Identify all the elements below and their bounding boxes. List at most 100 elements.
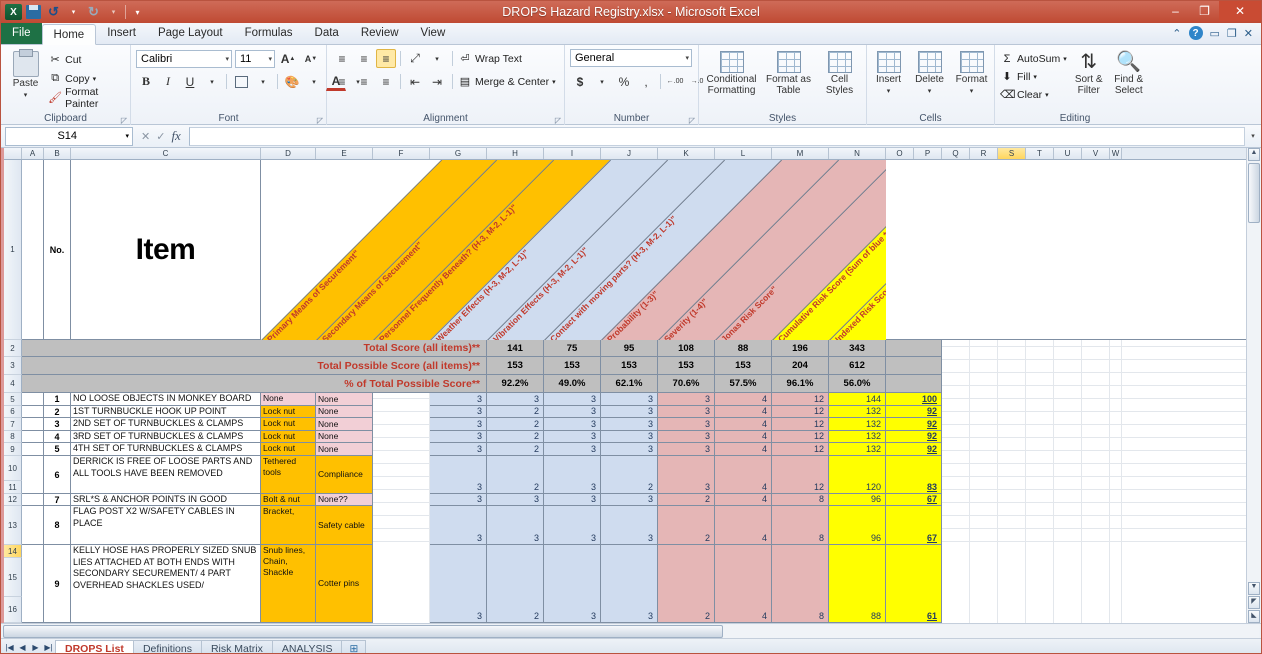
row-marker-7[interactable] <box>22 494 44 506</box>
column-header-L[interactable]: L <box>715 148 772 159</box>
score-2-4[interactable]: 3 <box>658 406 715 418</box>
score-6-1[interactable]: 2 <box>487 456 544 494</box>
summary-value-2-4[interactable]: 57.5% <box>715 375 772 393</box>
help-icon[interactable]: ? <box>1188 26 1203 40</box>
find-and-select-button[interactable]: 🔍 Find & Select <box>1111 49 1147 96</box>
format-as-table-button[interactable]: Format as Table <box>765 49 813 96</box>
column-header-H[interactable]: H <box>487 148 544 159</box>
item-description-1[interactable]: NO LOOSE OBJECTS IN MONKEY BOARD AREA <box>71 393 261 406</box>
vertical-scrollbar[interactable]: ▲ ▼ ◤ ◣ <box>1246 148 1261 623</box>
summary-value-0-3[interactable]: 108 <box>658 340 715 357</box>
score-8-0[interactable]: 3 <box>430 506 487 545</box>
align-left-button[interactable]: ≡ <box>332 72 352 91</box>
score-2-2[interactable]: 3 <box>544 406 601 418</box>
score-7-5[interactable]: 4 <box>715 494 772 506</box>
column-header-Q[interactable]: Q <box>942 148 970 159</box>
row-marker-3[interactable] <box>22 418 44 431</box>
score-3-5[interactable]: 4 <box>715 418 772 431</box>
decrease-indent-button[interactable]: ⇤ <box>405 72 425 91</box>
score-1-5[interactable]: 4 <box>715 393 772 406</box>
format-cells-button[interactable]: Format ▾ <box>954 49 989 97</box>
indexed-risk-1[interactable]: 100 <box>886 393 942 406</box>
ribbon-tab-bar[interactable]: File Home Insert Page Layout Formulas Da… <box>1 23 1261 45</box>
row-marker-4[interactable] <box>22 431 44 443</box>
insert-function-icon[interactable]: fx <box>171 128 180 144</box>
merge-dropdown-icon[interactable]: ▾ <box>552 78 556 86</box>
item-description-5[interactable]: 4TH SET OF TURNBUCKLES & CLAMPS <box>71 443 261 456</box>
tab-view[interactable]: View <box>410 23 457 44</box>
autosum-button[interactable]: Σ AutoSum ▾ <box>1000 50 1067 67</box>
score-8-6[interactable]: 8 <box>772 506 829 545</box>
previous-page-arrow[interactable]: ◤ <box>1248 596 1260 609</box>
save-icon[interactable] <box>25 4 42 21</box>
column-header-P[interactable]: P <box>914 148 942 159</box>
indexed-risk-2[interactable]: 92 <box>886 406 942 418</box>
secondary-means-2[interactable]: None <box>316 406 373 418</box>
column-headers[interactable]: ABCDEFGHIJKLMNOPQRSTUVW <box>4 148 1261 160</box>
sheet-tab-definitions[interactable]: Definitions <box>132 639 202 653</box>
score-4-5[interactable]: 4 <box>715 431 772 443</box>
summary-label-1[interactable]: Total Possible Score (all items)** <box>22 357 487 375</box>
score-4-1[interactable]: 2 <box>487 431 544 443</box>
score-9-4[interactable]: 2 <box>658 545 715 623</box>
decrease-font-size-button[interactable]: A ▼ <box>301 49 321 68</box>
redo-dropdown-icon[interactable]: ▾ <box>105 4 122 21</box>
underline-dropdown-icon[interactable]: ▾ <box>202 72 222 91</box>
indexed-risk-8[interactable]: 67 <box>886 506 942 545</box>
column-header-K[interactable]: K <box>658 148 715 159</box>
score-6-0[interactable]: 3 <box>430 456 487 494</box>
cumulative-risk-6[interactable]: 120 <box>829 456 886 494</box>
merge-and-center-button[interactable]: ▤ Merge & Center ▾ <box>458 73 556 90</box>
primary-means-1[interactable]: None <box>261 393 316 406</box>
score-6-3[interactable]: 2 <box>601 456 658 494</box>
score-2-1[interactable]: 2 <box>487 406 544 418</box>
score-6-5[interactable]: 4 <box>715 456 772 494</box>
row-marker-1[interactable] <box>22 393 44 406</box>
minimize-button[interactable]: – <box>1161 1 1190 21</box>
item-number-4[interactable]: 4 <box>44 431 71 443</box>
score-7-3[interactable]: 3 <box>601 494 658 506</box>
cumulative-risk-8[interactable]: 96 <box>829 506 886 545</box>
scroll-up-arrow[interactable]: ▲ <box>1248 148 1260 161</box>
indexed-risk-9[interactable]: 61 <box>886 545 942 623</box>
paste-dropdown-icon[interactable]: ▾ <box>24 90 28 101</box>
italic-button[interactable]: I <box>158 72 178 91</box>
score-9-2[interactable]: 3 <box>544 545 601 623</box>
score-9-0[interactable]: 3 <box>430 545 487 623</box>
row-header-5[interactable]: 5 <box>4 393 22 406</box>
item-description-7[interactable]: SRL*S & ANCHOR POINTS IN GOOD CONDITION … <box>71 494 261 506</box>
primary-means-5[interactable]: Lock nut <box>261 443 316 456</box>
score-2-5[interactable]: 4 <box>715 406 772 418</box>
restore-workbook-icon[interactable]: ❐ <box>1227 27 1237 40</box>
redo-icon[interactable]: ↻ <box>85 4 102 21</box>
summary-value-1-6[interactable]: 612 <box>829 357 886 375</box>
column-header-O[interactable]: O <box>886 148 914 159</box>
column-header-N[interactable]: N <box>829 148 886 159</box>
score-7-1[interactable]: 3 <box>487 494 544 506</box>
header-cell-item[interactable]: Item <box>71 160 261 340</box>
summary-value-1-5[interactable]: 204 <box>772 357 829 375</box>
summary-value-2-5[interactable]: 96.1% <box>772 375 829 393</box>
increase-decimal-button[interactable]: ←.00 <box>665 72 685 91</box>
primary-means-9[interactable]: Snub lines, Chain, Shackle <box>261 545 316 623</box>
delete-cells-button[interactable]: Delete ▾ <box>913 49 946 97</box>
indexed-risk-5[interactable]: 92 <box>886 443 942 456</box>
window-controls[interactable]: – ❐ ✕ <box>1161 1 1261 23</box>
score-5-6[interactable]: 12 <box>772 443 829 456</box>
item-number-9[interactable]: 9 <box>44 545 71 623</box>
bold-button[interactable]: B <box>136 72 156 91</box>
row-marker-9[interactable] <box>22 545 44 623</box>
score-8-5[interactable]: 4 <box>715 506 772 545</box>
cumulative-risk-9[interactable]: 88 <box>829 545 886 623</box>
insert-cells-button[interactable]: Insert ▾ <box>872 49 905 97</box>
new-sheet-icon[interactable]: ⊞ <box>341 639 367 653</box>
header-cell-no[interactable]: No. <box>44 160 71 340</box>
conditional-formatting-button[interactable]: Conditional Formatting <box>705 49 759 96</box>
orientation-icon[interactable]: ⤢ <box>405 49 425 68</box>
comma-style-button[interactable]: , <box>636 72 656 91</box>
primary-means-6[interactable]: Tethered tools <box>261 456 316 494</box>
summary-value-1-1[interactable]: 153 <box>544 357 601 375</box>
item-description-2[interactable]: 1ST TURNBUCKLE HOOK UP POINT <box>71 406 261 418</box>
score-4-2[interactable]: 3 <box>544 431 601 443</box>
summary-value-2-3[interactable]: 70.6% <box>658 375 715 393</box>
